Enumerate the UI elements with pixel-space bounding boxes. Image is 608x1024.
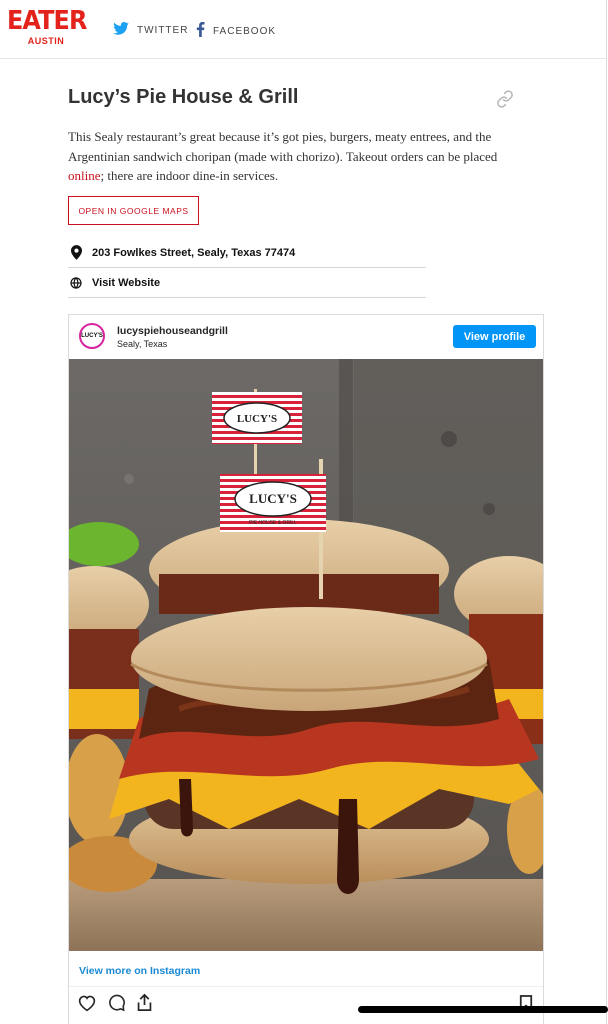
instagram-post-photo[interactable]: LUCY'S LUCY'S PIE HOUSE & GRILL — [69, 359, 543, 951]
eater-austin-logo[interactable]: EATER AUSTIN — [7, 8, 91, 46]
instagram-username[interactable]: lucyspiehouseandgrill — [117, 325, 228, 337]
description-text-end: ; there are indoor dine-in services. — [100, 168, 279, 183]
share-icon[interactable] — [136, 993, 153, 1017]
twitter-label: TWITTER — [137, 24, 189, 36]
instagram-embed: LUCY'S lucyspiehouseandgrill Sealy, Texa… — [68, 314, 544, 1024]
address-text: 203 Fowlkes Street, Sealy, Texas 77474 — [92, 246, 296, 259]
permalink-icon[interactable] — [496, 90, 514, 113]
comment-icon[interactable] — [107, 993, 126, 1017]
website-row[interactable]: Visit Website — [68, 268, 426, 298]
instagram-avatar[interactable]: LUCY'S — [79, 323, 105, 349]
online-order-link[interactable]: online — [68, 168, 101, 183]
flag-front-text: LUCY'S — [249, 491, 297, 506]
view-more-on-instagram-link[interactable]: View more on Instagram — [79, 965, 200, 977]
globe-icon — [68, 276, 84, 289]
facebook-label: FACEBOOK — [213, 25, 277, 37]
facebook-icon — [196, 22, 205, 40]
description-text: This Sealy restaurant’s great because it… — [68, 129, 498, 164]
visit-website-link: Visit Website — [92, 276, 161, 289]
instagram-actions — [77, 993, 153, 1017]
heart-icon[interactable] — [77, 994, 97, 1017]
twitter-share-link[interactable]: TWITTER — [113, 22, 188, 38]
open-in-google-maps-button[interactable]: OPEN IN GOOGLE MAPS — [68, 196, 199, 225]
avatar-logo-text: LUCY'S — [81, 333, 103, 339]
instagram-divider — [69, 986, 543, 987]
address-row[interactable]: 203 Fowlkes Street, Sealy, Texas 77474 — [68, 238, 426, 268]
logo-main-text: EATER — [7, 6, 87, 36]
flag-back-text: LUCY'S — [237, 413, 277, 425]
instagram-location[interactable]: Sealy, Texas — [117, 339, 167, 349]
home-indicator[interactable] — [358, 1006, 608, 1013]
view-profile-button[interactable]: View profile — [453, 325, 536, 348]
flag-front-subtext: PIE HOUSE & GRILL — [249, 520, 297, 526]
site-header: EATER AUSTIN TWITTER FACEBOOK — [0, 0, 607, 59]
logo-sub-text: AUSTIN — [27, 36, 65, 46]
map-pin-icon — [68, 245, 84, 260]
twitter-icon — [113, 22, 129, 38]
place-description: This Sealy restaurant’s great because it… — [68, 127, 528, 186]
instagram-header: LUCY'S lucyspiehouseandgrill Sealy, Texa… — [69, 315, 543, 359]
facebook-share-link[interactable]: FACEBOOK — [196, 22, 276, 40]
place-title: Lucy’s Pie House & Grill — [68, 86, 299, 108]
